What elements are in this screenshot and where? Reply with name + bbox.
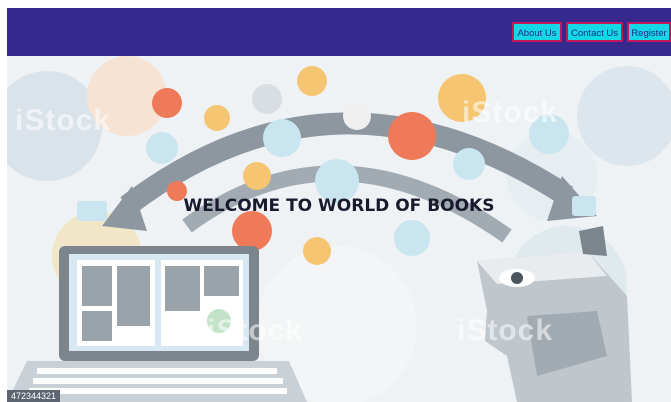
pen-icon: [146, 132, 178, 164]
watermark-text: iStock: [462, 96, 559, 129]
chat-icon: [394, 220, 430, 256]
trophy-icon: [232, 211, 272, 251]
hero-title: WELCOME TO WORLD OF BOOKS: [183, 196, 495, 216]
medal-icon: [453, 148, 485, 180]
contact-us-button[interactable]: Contact Us: [566, 22, 623, 42]
lightbulb-icon: [152, 88, 182, 118]
book-icon: [297, 66, 327, 96]
watermark-text: iStock: [15, 104, 112, 137]
page-frame: About Us Contact Us Register iStock iSto…: [7, 8, 671, 402]
image-id-label: 472344321: [7, 390, 61, 402]
magnifier-icon: [303, 237, 331, 265]
top-navbar: About Us Contact Us Register: [7, 8, 671, 56]
graduation-cap-icon: [388, 112, 436, 160]
about-us-button[interactable]: About Us: [512, 22, 562, 42]
register-button[interactable]: Register: [627, 22, 671, 42]
planet-icon: [252, 84, 282, 114]
compass-icon: [243, 162, 271, 190]
watermark-text: iStock: [207, 314, 304, 347]
hero-banner: iStock iStock iStock iStock WELCOME TO W…: [7, 56, 671, 402]
notebook-icon: [204, 105, 230, 131]
monitor-icon: [343, 102, 371, 130]
flask-icon: [263, 119, 301, 157]
watermark-text: iStock: [457, 314, 554, 347]
